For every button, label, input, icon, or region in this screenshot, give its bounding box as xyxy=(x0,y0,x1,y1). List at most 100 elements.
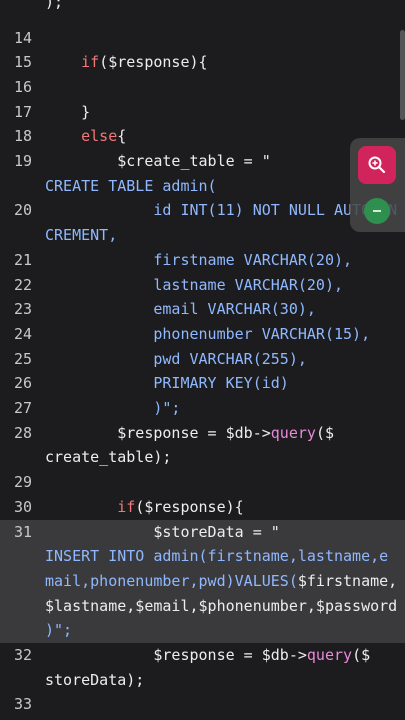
code-token: firstname VARCHAR(20), xyxy=(45,250,353,269)
code-text: $response = $db->query($ xyxy=(45,421,397,446)
code-token: INSERT INTO admin(firstname,lastname,e xyxy=(45,547,389,566)
code-text: $lastname,$email,$phonenumber,$password xyxy=(45,594,397,619)
code-text: INSERT INTO admin(firstname,lastname,e xyxy=(45,544,397,569)
code-token: $storeData = " xyxy=(45,522,280,541)
code-text: )"; xyxy=(45,618,397,643)
code-line[interactable]: mail,phonenumber,pwd)VALUES($firstname, xyxy=(0,568,405,594)
code-line[interactable]: 26 PRIMARY KEY(id) xyxy=(0,371,405,396)
code-token: storeData); xyxy=(45,670,145,689)
code-text: if($response){ xyxy=(45,50,397,75)
line-number: 30 xyxy=(13,497,32,516)
code-line[interactable]: 32 $response = $db->query($ xyxy=(0,643,405,668)
code-line[interactable]: 30 if($response){ xyxy=(0,495,405,520)
code-line[interactable]: 21 firstname VARCHAR(20), xyxy=(0,248,405,273)
code-line[interactable]: 18 else{ xyxy=(0,124,405,149)
code-line[interactable]: 29 xyxy=(0,470,405,495)
secondary-action-button[interactable] xyxy=(364,198,390,224)
line-number: 28 xyxy=(13,423,32,442)
code-token: create_table); xyxy=(45,448,172,467)
line-number: 14 xyxy=(13,28,32,47)
code-text: id INT(11) NOT NULL AUTO_IN xyxy=(45,198,397,223)
line-number: 25 xyxy=(13,349,32,368)
code-token: $firstname, xyxy=(297,571,398,590)
zoom-button[interactable] xyxy=(358,146,396,184)
line-number: 26 xyxy=(13,374,32,393)
code-text: create_table); xyxy=(45,445,397,470)
code-line[interactable]: INSERT INTO admin(firstname,lastname,e xyxy=(0,544,405,569)
code-line[interactable]: 17 } xyxy=(0,100,405,125)
code-line[interactable]: 28 $response = $db->query($ xyxy=(0,421,405,446)
code-text: CREMENT, xyxy=(45,223,397,248)
code-line[interactable]: )"; xyxy=(0,618,405,643)
code-line[interactable]: 16 xyxy=(0,75,405,100)
code-text: lastname VARCHAR(20), xyxy=(45,273,397,298)
code-token: $create_table = " xyxy=(45,152,271,170)
code-line[interactable]: 19 $create_table = " xyxy=(0,149,405,174)
code-token: $lastname,$email,$phonenumber,$password xyxy=(45,596,398,615)
code-line[interactable]: 33 xyxy=(0,692,405,717)
code-text: ); xyxy=(45,0,64,11)
line-number: 15 xyxy=(13,53,32,72)
code-token: if xyxy=(117,497,136,516)
code-text: $response = $db->query($ xyxy=(45,643,397,668)
code-text: if($response){ xyxy=(45,495,397,520)
code-editor[interactable]: ); 14 15 if($response){16 17 } 18 else{19 $… xyxy=(0,0,405,720)
code-line[interactable]: 15 if($response){ xyxy=(0,50,405,75)
code-line[interactable]: 31 $storeData = " xyxy=(0,519,405,545)
line-number: 23 xyxy=(13,300,32,319)
zoom-in-icon xyxy=(368,156,386,174)
code-token: id INT(11) NOT NULL AUTO_IN xyxy=(45,201,398,220)
code-token: } xyxy=(45,102,91,121)
code-token: PRIMARY KEY(id) xyxy=(45,374,289,393)
code-line[interactable]: storeData); xyxy=(0,668,405,693)
code-token: $response = $db-> xyxy=(45,646,307,664)
line-number: 27 xyxy=(13,399,32,417)
code-line[interactable]: 20 id INT(11) NOT NULL AUTO_IN xyxy=(0,198,405,223)
code-token: )"; xyxy=(45,621,73,640)
circle-action-icon xyxy=(373,210,381,212)
scrollbar[interactable] xyxy=(400,30,405,120)
line-number: 20 xyxy=(13,201,32,220)
code-token: { xyxy=(117,127,127,146)
line-number: 33 xyxy=(13,695,32,714)
code-text: pwd VARCHAR(255), xyxy=(45,347,397,372)
code-token: ($ xyxy=(352,646,371,664)
code-token: if xyxy=(81,53,100,72)
code-line[interactable]: CREATE TABLE admin( xyxy=(0,174,405,199)
code-token: mail,phonenumber,pwd)VALUES( xyxy=(45,571,298,590)
code-line[interactable]: 14 xyxy=(0,26,405,51)
code-line[interactable]: 23 email VARCHAR(30), xyxy=(0,297,405,322)
code-token: ($ xyxy=(315,423,334,442)
code-token: $response = $db-> xyxy=(45,423,271,442)
code-text: $create_table = " xyxy=(45,149,397,174)
code-token: phonenumber VARCHAR(15), xyxy=(45,324,371,343)
code-token: CREATE TABLE admin( xyxy=(45,176,217,195)
code-line[interactable]: 24 phonenumber VARCHAR(15), xyxy=(0,322,405,347)
code-line[interactable]: 27 )"; xyxy=(0,396,405,421)
code-token: email VARCHAR(30), xyxy=(45,300,316,319)
line-number: 17 xyxy=(13,102,32,121)
code-line[interactable]: 22 lastname VARCHAR(20), xyxy=(0,273,405,298)
code-text: )"; xyxy=(45,396,397,421)
code-token: )"; xyxy=(45,399,181,417)
code-text: email VARCHAR(30), xyxy=(45,297,397,322)
code-token: query xyxy=(306,646,353,664)
code-line[interactable]: $lastname,$email,$phonenumber,$password xyxy=(0,593,405,619)
code-token: lastname VARCHAR(20), xyxy=(45,275,344,294)
code-text: storeData); xyxy=(45,668,397,693)
code-line[interactable]: CREMENT, xyxy=(0,223,405,248)
line-number: 31 xyxy=(13,522,32,541)
code-line[interactable]: create_table); xyxy=(0,445,405,470)
code-token: CREMENT, xyxy=(45,226,118,245)
line-number: 24 xyxy=(13,324,32,343)
code-token: query xyxy=(270,423,316,442)
code-text: mail,phonenumber,pwd)VALUES($firstname, xyxy=(45,569,397,594)
line-number: 29 xyxy=(13,473,32,492)
code-line[interactable]: 25 pwd VARCHAR(255), xyxy=(0,347,405,372)
code-text: else{ xyxy=(45,124,397,149)
code-text: firstname VARCHAR(20), xyxy=(45,248,397,273)
code-text: $storeData = " xyxy=(45,520,397,545)
code-text: CREATE TABLE admin( xyxy=(45,174,397,199)
